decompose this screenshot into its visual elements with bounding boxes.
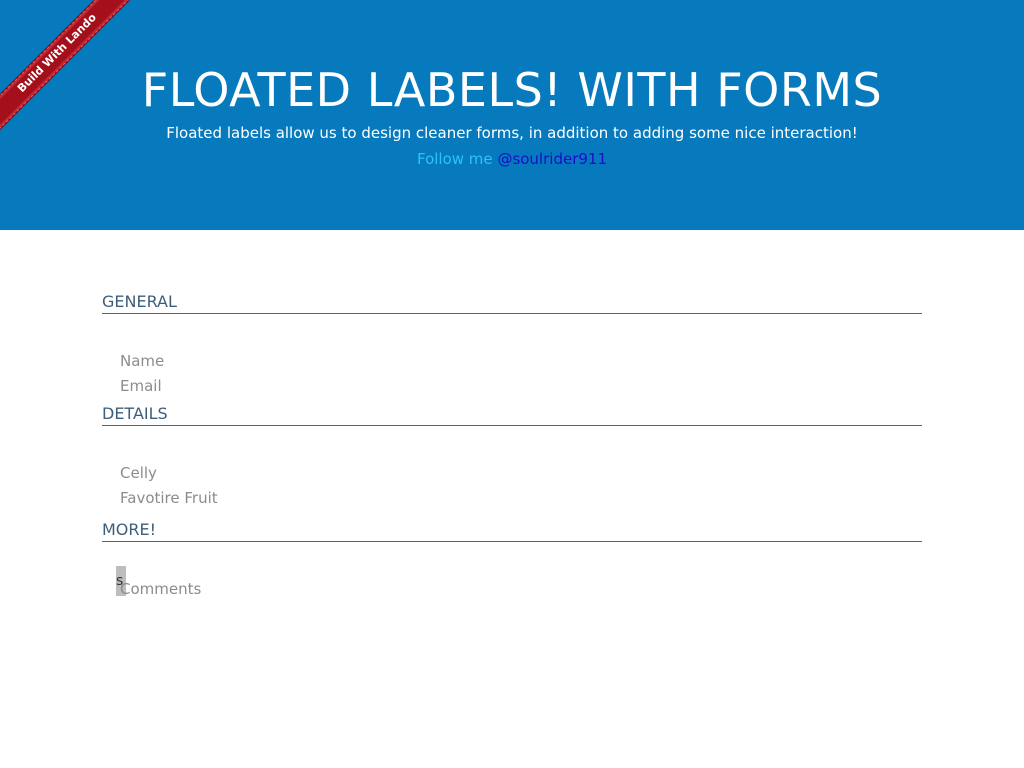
page-header: Build With Lando FLOATED LABELS! WITH FO… (0, 0, 1024, 230)
page-title: FLOATED LABELS! WITH FORMS (141, 63, 883, 117)
name-field[interactable]: Name (120, 351, 164, 371)
section-details-title: DETAILS (102, 404, 922, 426)
follow-prefix: Follow me (416, 150, 493, 168)
favorite-fruit-field[interactable]: Favotire Fruit (120, 488, 218, 508)
twitter-handle-link[interactable]: @soulrider911 (497, 150, 607, 168)
section-more-title: MORE! (102, 520, 922, 542)
email-field[interactable]: Email (120, 376, 162, 396)
follow-line: Follow me @soulrider911 (0, 148, 1024, 170)
section-general-title: GENERAL (102, 292, 922, 314)
cell-field[interactable]: Celly (120, 463, 157, 483)
page-subtitle: Floated labels allow us to design cleane… (166, 124, 858, 142)
comments-label: Comments (120, 580, 202, 598)
